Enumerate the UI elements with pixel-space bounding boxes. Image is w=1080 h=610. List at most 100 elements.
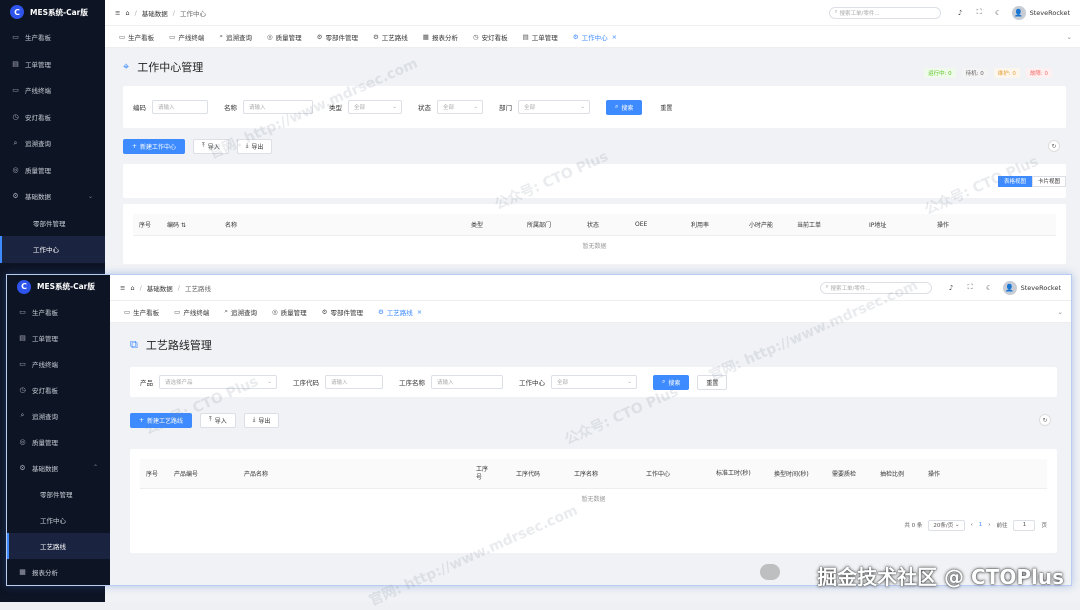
sidebar-item-parts[interactable]: 零部件管理 — [0, 210, 105, 237]
type-select[interactable]: 全部⌄ — [348, 100, 402, 114]
fullscreen-icon[interactable]: ⛶ — [965, 283, 976, 292]
close-icon[interactable]: × — [417, 308, 422, 316]
reset-button[interactable]: 重置 — [697, 375, 727, 390]
chart-icon: ▦ — [18, 568, 27, 576]
code-input[interactable]: 请输入 — [152, 100, 208, 114]
status-badge-running: 运行中: 0 — [924, 68, 956, 78]
create-work-center-button[interactable]: +新建工作中心 — [123, 139, 185, 154]
column-header-sortable[interactable]: 编码 ⇅ — [167, 220, 186, 229]
app-logo[interactable]: C MES系统-Car版 — [7, 275, 110, 299]
tab-work-center[interactable]: ⚙工作中心× — [567, 29, 623, 44]
refresh-icon[interactable]: ↻ — [1048, 140, 1060, 152]
tab-parts[interactable]: ⚙零部件管理 — [311, 29, 364, 44]
user-menu[interactable]: 👤 SteveRocket — [1012, 6, 1070, 20]
check-circle-icon: ◎ — [267, 33, 273, 41]
search-button[interactable]: ⌕搜索 — [606, 100, 642, 115]
sidebar-item-process-route[interactable]: 工艺路线 — [7, 533, 110, 559]
app-logo[interactable]: C MES系统-Car版 — [0, 0, 105, 24]
sidebar-item-trace-query[interactable]: ⌕追溯查询 — [7, 403, 110, 429]
tab-production-board[interactable]: ▭生产看板 — [113, 29, 160, 44]
export-button[interactable]: ⤓导出 — [244, 413, 280, 428]
chevron-down-icon[interactable]: ⌄ — [1058, 308, 1063, 316]
sidebar-item-base-data[interactable]: ⚙基础数据⌃ — [7, 455, 110, 481]
breadcrumb-item[interactable]: 基础数据 — [147, 283, 173, 293]
dept-select[interactable]: 全部⌄ — [518, 100, 590, 114]
sidebar-item-base-data[interactable]: ⚙基础数据⌄ — [0, 183, 105, 210]
card-view-button[interactable]: 卡片视图 — [1032, 176, 1066, 187]
user-menu[interactable]: 👤 SteveRocket — [1003, 281, 1061, 295]
sidebar-item-production-board[interactable]: ▭生产看板 — [7, 299, 110, 325]
sidebar-item-label: 工作中心 — [33, 244, 59, 254]
table-view-button[interactable]: 表格视图 — [998, 176, 1032, 187]
home-icon[interactable]: ⌂ — [125, 9, 129, 17]
fullscreen-icon[interactable]: ⛶ — [974, 8, 985, 17]
import-button[interactable]: ⤒导入 — [200, 413, 236, 428]
status-badge-maintenance: 维护: 0 — [994, 68, 1020, 78]
op-name-input[interactable]: 请输入 — [431, 375, 503, 389]
main-area: ≡ ⌂ / 基础数据 / 工艺路线 ⌕ 搜索工单/零件... ♪ ⛶ ☾ 👤 S… — [110, 275, 1071, 585]
sidebar-item-work-center[interactable]: 工作中心 — [7, 507, 110, 533]
create-process-route-button[interactable]: +新建工艺路线 — [130, 413, 192, 428]
sidebar-item-work-orders[interactable]: ▤工单管理 — [7, 325, 110, 351]
status-select[interactable]: 全部⌄ — [437, 100, 483, 114]
tab-trace-query[interactable]: ⌕追溯查询 — [213, 29, 258, 44]
sidebar-item-quality[interactable]: ◎质量管理 — [0, 157, 105, 184]
sidebar-item-work-orders[interactable]: ▤工单管理 — [0, 51, 105, 78]
menu-toggle-icon[interactable]: ≡ — [115, 9, 120, 17]
gear-icon: ⚙ — [378, 308, 384, 316]
tab-production-board[interactable]: ▭生产看板 — [118, 304, 165, 319]
column-header: 状态 — [587, 220, 599, 229]
page-size-select[interactable]: 20条/页 ⌄ — [928, 520, 964, 531]
sidebar-item-line-terminal[interactable]: ▭产线终端 — [0, 77, 105, 104]
chevron-down-icon: ⌄ — [392, 104, 397, 110]
chevron-down-icon[interactable]: ⌄ — [1067, 33, 1072, 41]
tab-quality[interactable]: ◎质量管理 — [261, 29, 308, 44]
sidebar-item-label: 基础数据 — [25, 191, 51, 201]
breadcrumb-item[interactable]: 基础数据 — [142, 8, 168, 18]
chevron-down-icon: ⌄ — [580, 104, 585, 110]
gear-icon: ⚙ — [373, 33, 379, 41]
import-button[interactable]: ⤒导入 — [193, 139, 229, 154]
tab-andon-board[interactable]: ◷安灯看板 — [467, 29, 514, 44]
prev-page-icon[interactable]: ‹ — [971, 522, 973, 528]
sidebar-item-andon-board[interactable]: ◷安灯看板 — [7, 377, 110, 403]
sidebar-item-andon-board[interactable]: ◷安灯看板 — [0, 104, 105, 131]
current-page[interactable]: 1 — [979, 522, 983, 528]
sidebar-item-line-terminal[interactable]: ▭产线终端 — [7, 351, 110, 377]
next-page-icon[interactable]: › — [988, 522, 990, 528]
monitor-icon: ▭ — [11, 33, 20, 41]
goto-page-input[interactable]: 1 — [1013, 520, 1035, 531]
sidebar-item-production-board[interactable]: ▭生产看板 — [0, 24, 105, 51]
theme-moon-icon[interactable]: ☾ — [993, 9, 1004, 17]
menu-toggle-icon[interactable]: ≡ — [120, 284, 125, 292]
bell-icon[interactable]: ♪ — [955, 9, 966, 17]
reset-button[interactable]: 重置 — [652, 100, 680, 115]
tab-quality[interactable]: ◎质量管理 — [266, 304, 313, 319]
sidebar-item-work-center[interactable]: 工作中心 — [0, 236, 105, 263]
sidebar-item-parts[interactable]: 零部件管理 — [7, 481, 110, 507]
tab-reports[interactable]: ▦报表分析 — [417, 29, 464, 44]
tab-parts[interactable]: ⚙零部件管理 — [316, 304, 369, 319]
op-code-input[interactable]: 请输入 — [325, 375, 383, 389]
refresh-icon[interactable]: ↻ — [1039, 414, 1051, 426]
sidebar-item-quality[interactable]: ◎质量管理 — [7, 429, 110, 455]
home-icon[interactable]: ⌂ — [130, 284, 134, 292]
tab-process-route[interactable]: ⚙工艺路线 — [367, 29, 414, 44]
global-search-input[interactable]: ⌕ 搜索工单/零件... — [820, 282, 932, 294]
product-select[interactable]: 请选择产品⌄ — [159, 375, 277, 389]
tab-work-orders[interactable]: ▤工单管理 — [517, 29, 564, 44]
work-center-select[interactable]: 全部⌄ — [551, 375, 637, 389]
tab-line-terminal[interactable]: ▭产线终端 — [168, 304, 215, 319]
tab-line-terminal[interactable]: ▭产线终端 — [163, 29, 210, 44]
theme-moon-icon[interactable]: ☾ — [984, 284, 995, 292]
search-button[interactable]: ⌕搜索 — [653, 375, 689, 390]
export-button[interactable]: ⤓导出 — [237, 139, 273, 154]
close-icon[interactable]: × — [612, 33, 617, 41]
global-search-input[interactable]: ⌕ 搜索工单/零件... — [829, 7, 941, 19]
tab-process-route[interactable]: ⚙工艺路线× — [372, 304, 428, 319]
bell-icon[interactable]: ♪ — [946, 284, 957, 292]
tab-trace-query[interactable]: ⌕追溯查询 — [218, 304, 263, 319]
name-input[interactable]: 请输入 — [243, 100, 313, 114]
sidebar-item-reports[interactable]: ▦报表分析 — [7, 559, 110, 585]
sidebar-item-trace-query[interactable]: ⌕追溯查询 — [0, 130, 105, 157]
